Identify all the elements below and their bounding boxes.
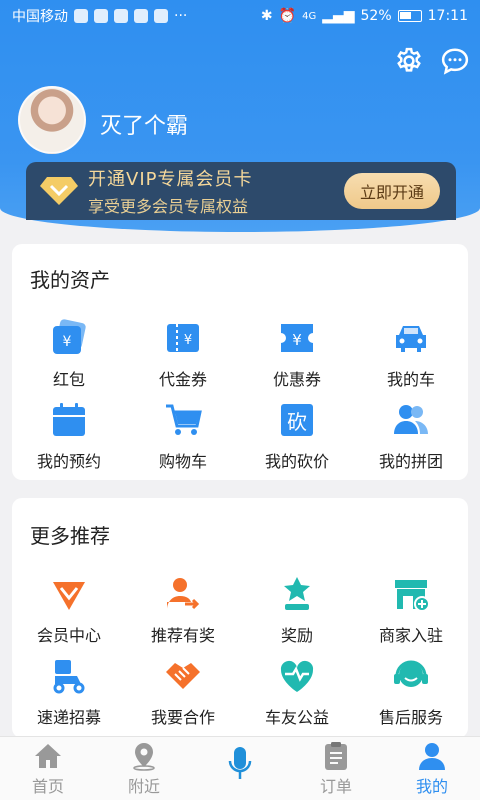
notification-icon <box>74 9 88 23</box>
charity-icon <box>275 654 319 698</box>
asset-label: 购物车 <box>158 452 207 471</box>
svg-text:¥: ¥ <box>292 331 302 349</box>
assets-card: 我的资产 ¥ 红包 ¥ 代金券 ¥ 优惠券 我的车 我的预约 购物车 砍 我的砍… <box>12 244 468 480</box>
message-icon[interactable] <box>438 44 472 78</box>
assets-title: 我的资产 <box>30 268 110 292</box>
recommend-merchant[interactable]: 商家入驻 <box>354 566 468 648</box>
recommend-grid: 会员中心 推荐有奖 奖励 商家入驻 速递招募 我要合作 车友公益 售后服务 <box>12 566 468 730</box>
recommend-after-sales[interactable]: 售后服务 <box>354 648 468 730</box>
vip-diamond-icon <box>34 171 84 211</box>
merchant-icon <box>389 572 433 616</box>
recommend-label: 速递招募 <box>36 708 101 727</box>
recommend-cooperation[interactable]: 我要合作 <box>126 648 240 730</box>
location-icon <box>127 741 161 771</box>
recommend-label: 推荐有奖 <box>150 626 215 645</box>
asset-label: 代金券 <box>158 370 207 389</box>
more-notifications-icon: ··· <box>174 8 188 24</box>
tab-home[interactable]: 首页 <box>0 737 96 800</box>
svg-text:¥: ¥ <box>184 333 192 348</box>
vip-banner[interactable]: 开通VIP专属会员卡 享受更多会员专属权益 立即开通 <box>26 162 456 220</box>
asset-label: 我的车 <box>386 370 435 389</box>
car-icon <box>389 316 433 360</box>
recommend-label: 会员中心 <box>36 626 101 645</box>
recommend-label: 车友公益 <box>264 708 329 727</box>
svg-text:砍: 砍 <box>287 410 307 434</box>
asset-coupon[interactable]: ¥ 优惠券 <box>240 310 354 392</box>
recommend-referral[interactable]: 推荐有奖 <box>126 566 240 648</box>
settings-icon[interactable] <box>392 44 426 78</box>
recommend-courier[interactable]: 速递招募 <box>12 648 126 730</box>
recommend-reward[interactable]: 奖励 <box>240 566 354 648</box>
tab-label: 我的 <box>415 777 448 796</box>
courier-icon <box>47 654 91 698</box>
asset-group-buy[interactable]: 我的拼团 <box>354 392 468 474</box>
asset-label: 优惠券 <box>272 370 321 389</box>
asset-label: 我的预约 <box>36 452 101 471</box>
recommend-label: 商家入驻 <box>378 626 443 645</box>
signal-label: 4G <box>302 10 317 22</box>
recommend-title: 更多推荐 <box>30 524 110 548</box>
voucher-icon: ¥ <box>161 316 205 360</box>
asset-cart[interactable]: 购物车 <box>126 392 240 474</box>
microphone-icon <box>223 741 257 785</box>
tab-orders[interactable]: 订单 <box>288 737 384 800</box>
recommend-card: 更多推荐 会员中心 推荐有奖 奖励 商家入驻 速递招募 我要合作 车友公益 售后… <box>12 498 468 738</box>
recommend-charity[interactable]: 车友公益 <box>240 648 354 730</box>
cart-icon <box>161 398 205 442</box>
app-notification-icon <box>134 9 148 23</box>
app-notification-icon <box>114 9 128 23</box>
reward-icon <box>275 572 319 616</box>
profile-icon <box>415 741 449 771</box>
group-icon <box>389 398 433 442</box>
avatar[interactable] <box>18 86 86 154</box>
service-icon <box>389 654 433 698</box>
coupon-icon: ¥ <box>275 316 319 360</box>
svg-text:¥: ¥ <box>63 334 72 350</box>
asset-my-car[interactable]: 我的车 <box>354 310 468 392</box>
recommend-label: 我要合作 <box>150 708 215 727</box>
tab-profile[interactable]: 我的 <box>384 737 480 800</box>
home-icon <box>31 741 65 771</box>
vip-title: 开通VIP专属会员卡 <box>88 169 253 190</box>
bargain-icon: 砍 <box>275 398 319 442</box>
clock: 17:11 <box>427 8 468 24</box>
handshake-icon <box>161 654 205 698</box>
asset-label: 红包 <box>52 370 85 389</box>
member-center-icon <box>47 572 91 616</box>
tab-label: 附近 <box>127 777 160 796</box>
tab-nearby[interactable]: 附近 <box>96 737 192 800</box>
bottom-tab-bar: 首页 附近 订单 我的 <box>0 736 480 800</box>
bluetooth-icon: ✱ <box>260 8 273 24</box>
order-icon <box>319 741 353 771</box>
activate-vip-button[interactable]: 立即开通 <box>344 173 440 209</box>
tab-label: 订单 <box>319 777 352 796</box>
status-bar: 中国移动 ··· ✱ ⏰ 4G ▂▄▆ 52% 17:11 <box>0 0 480 32</box>
signal-icon: ▂▄▆ <box>322 8 355 24</box>
alarm-icon: ⏰ <box>278 8 297 24</box>
recommend-label: 售后服务 <box>378 708 443 727</box>
red-packet-icon: ¥ <box>47 316 91 360</box>
asset-bargain[interactable]: 砍 我的砍价 <box>240 392 354 474</box>
chat-notification-icon <box>94 9 108 23</box>
calendar-icon <box>47 398 91 442</box>
battery-percent: 52% <box>360 8 392 24</box>
tab-voice[interactable] <box>192 737 288 800</box>
vip-subtitle: 享受更多会员专属权益 <box>88 197 249 216</box>
recommend-member-center[interactable]: 会员中心 <box>12 566 126 648</box>
referral-icon <box>161 572 205 616</box>
recommend-label: 奖励 <box>280 626 313 645</box>
tab-label: 首页 <box>31 777 64 796</box>
username[interactable]: 灭了个霸 <box>100 108 188 140</box>
asset-label: 我的拼团 <box>378 452 443 471</box>
assets-grid: ¥ 红包 ¥ 代金券 ¥ 优惠券 我的车 我的预约 购物车 砍 我的砍价 我的拼… <box>12 310 468 474</box>
app-notification-icon <box>154 9 168 23</box>
asset-red-packet[interactable]: ¥ 红包 <box>12 310 126 392</box>
asset-appointment[interactable]: 我的预约 <box>12 392 126 474</box>
asset-voucher[interactable]: ¥ 代金券 <box>126 310 240 392</box>
carrier-label: 中国移动 <box>12 9 68 25</box>
battery-icon <box>397 10 422 22</box>
asset-label: 我的砍价 <box>264 452 329 471</box>
